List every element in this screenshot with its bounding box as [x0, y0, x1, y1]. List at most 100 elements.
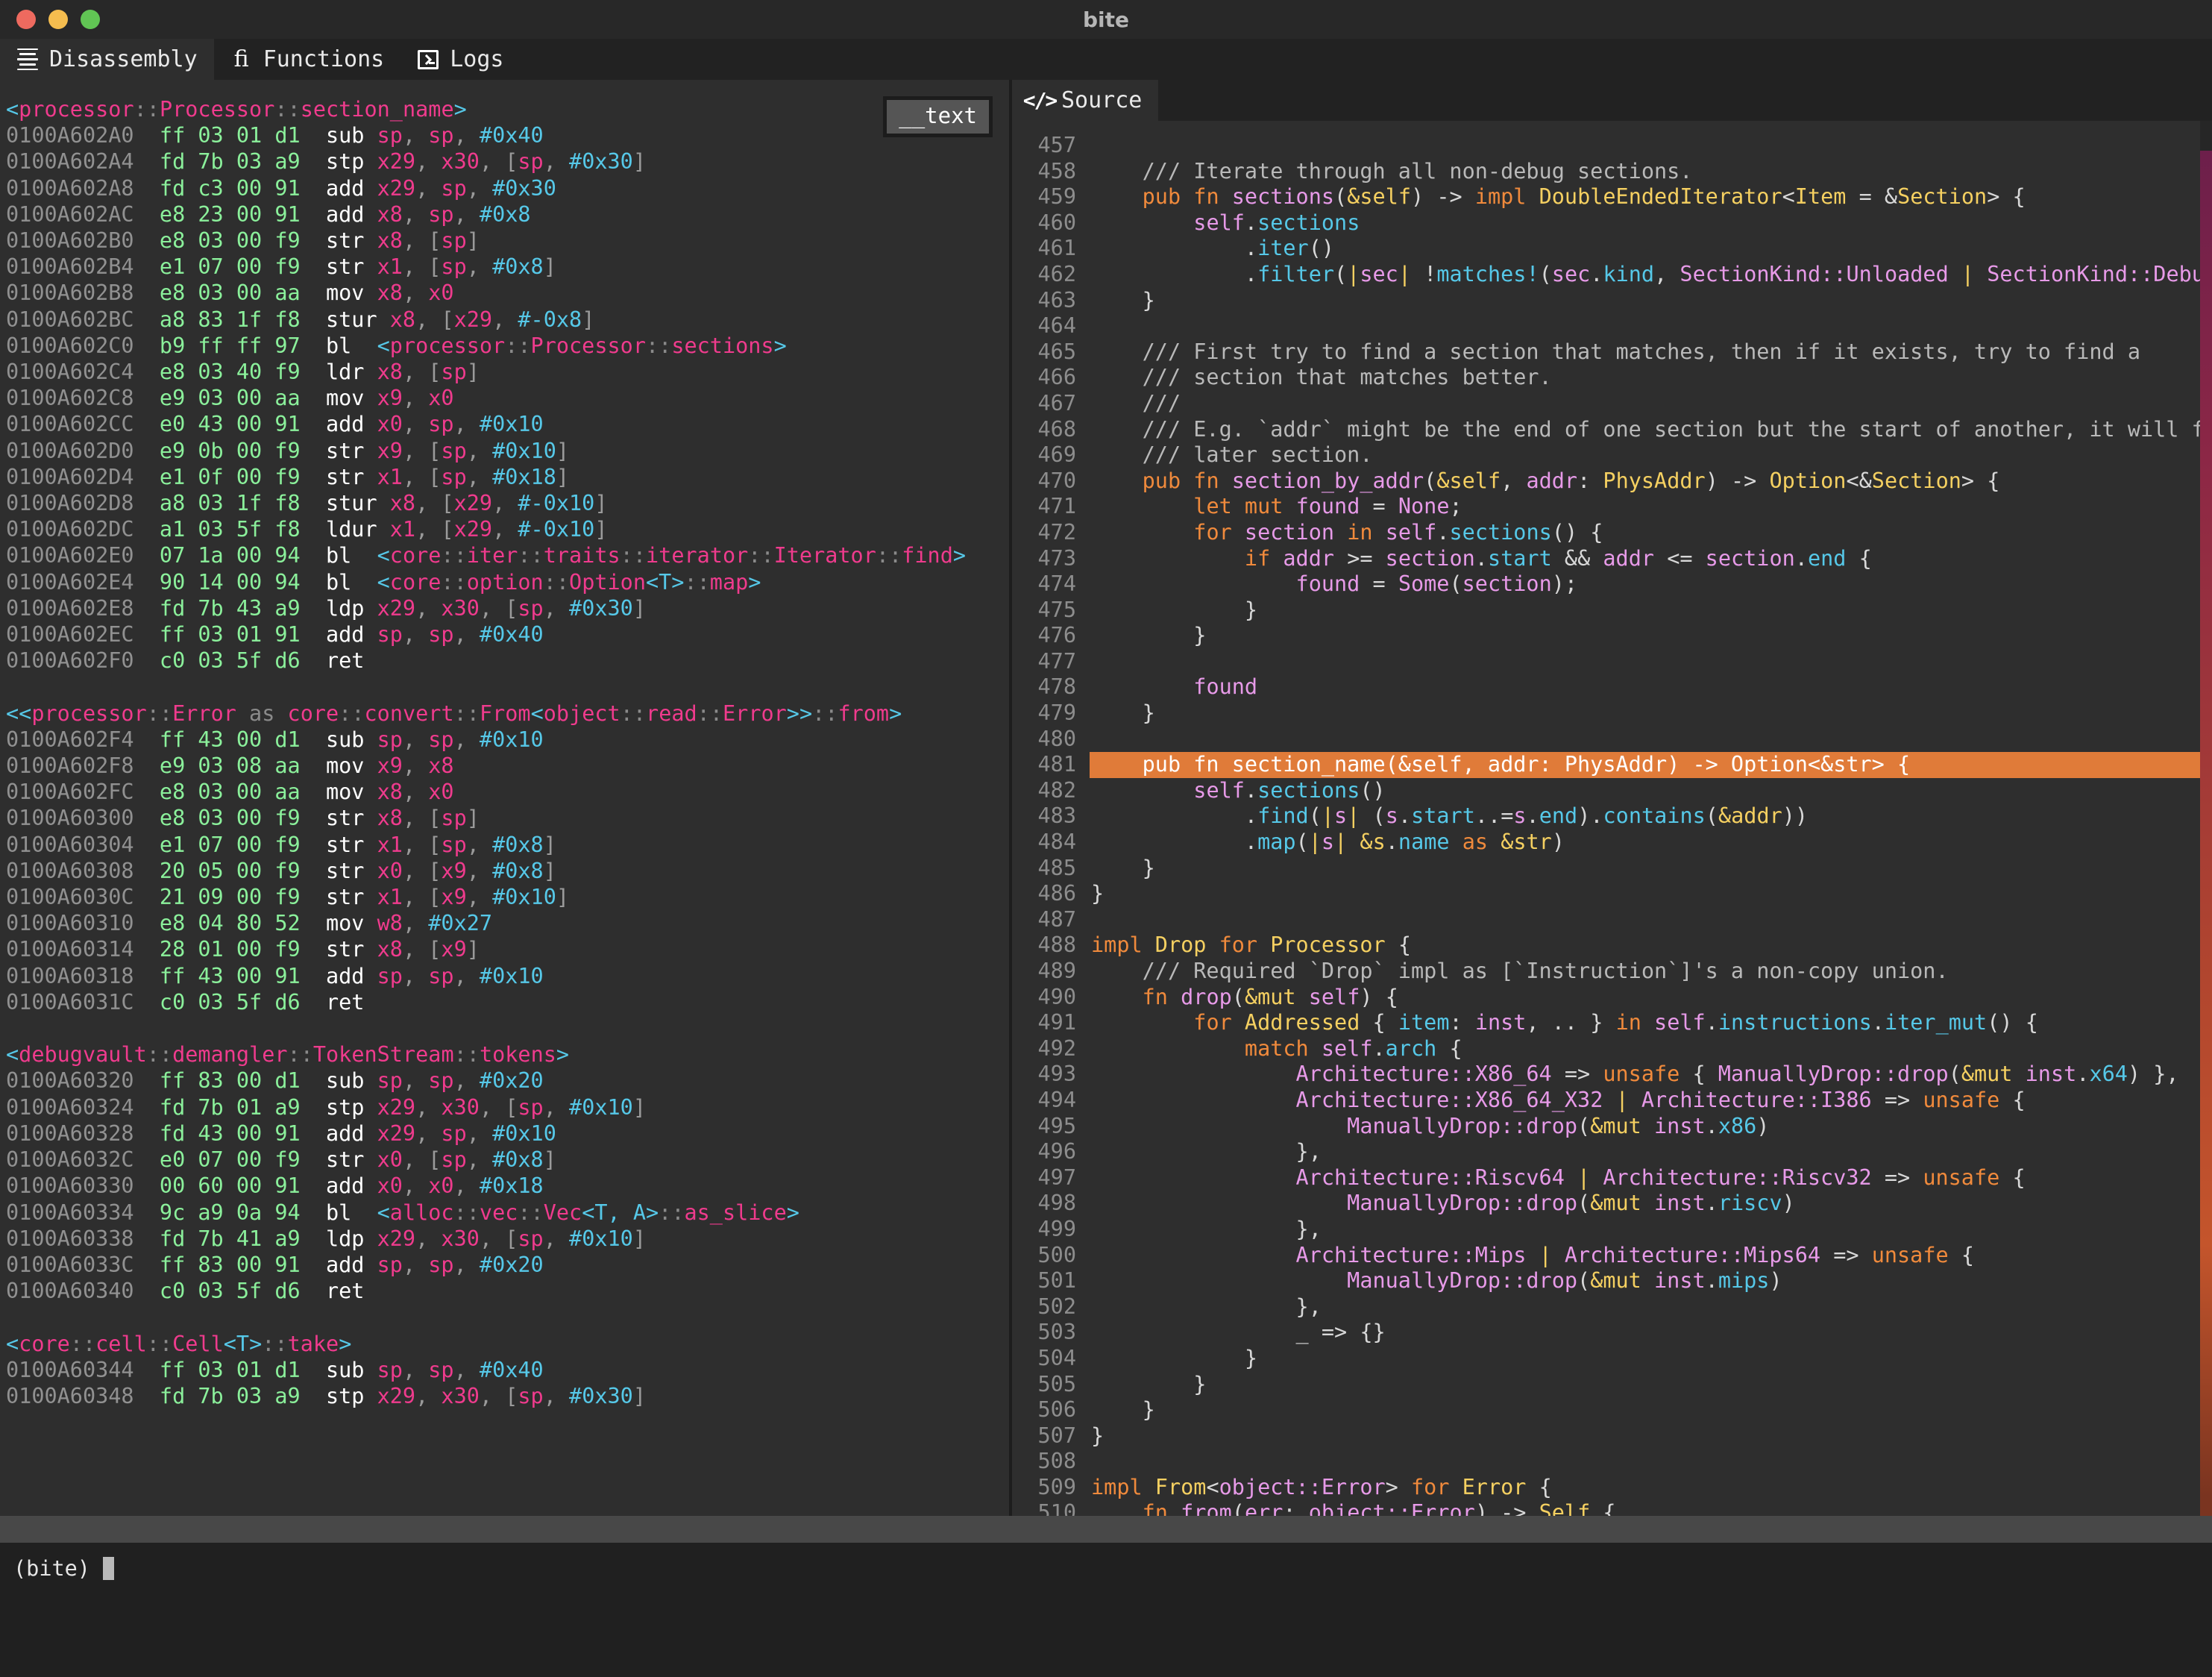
source-scrollbar-thumb[interactable] [2200, 151, 2212, 1516]
tab-source[interactable]: </> Source [1012, 80, 1158, 121]
source-line-row[interactable]: 495 ManuallyDrop::drop(&mut inst.x86) [1012, 1114, 2212, 1140]
source-line-row[interactable]: 510 fn from(err: object::Error) -> Self … [1012, 1500, 2212, 1516]
source-line-row[interactable]: 485 } [1012, 856, 2212, 882]
source-line-row[interactable]: 469 /// later section. [1012, 442, 2212, 468]
source-line-row[interactable]: 487 [1012, 907, 2212, 933]
source-line-row[interactable]: 508 [1012, 1449, 2212, 1475]
source-line-number: 498 [1012, 1191, 1090, 1217]
source-line-code: } [1090, 598, 2212, 624]
source-line-row[interactable]: 464 [1012, 313, 2212, 339]
source-line-row[interactable]: 471 let mut found = None; [1012, 494, 2212, 520]
disassembly-instruction-row: 0100A602DC a1 03 5f f8 ldur x1, [x29, #-… [6, 516, 1009, 542]
source-line-row[interactable]: 458 /// Iterate through all non-debug se… [1012, 159, 2212, 185]
source-line-row[interactable]: 484 .map(|s| &s.name as &str) [1012, 830, 2212, 856]
source-line-row[interactable]: 474 found = Some(section); [1012, 571, 2212, 598]
instruction-address: 0100A602B4 [6, 254, 160, 279]
source-line-row[interactable]: 489 /// Required `Drop` impl as [`Instru… [1012, 959, 2212, 985]
instruction-address: 0100A6032C [6, 1147, 160, 1172]
instruction-address: 0100A6031C [6, 990, 160, 1015]
source-line-row[interactable]: 463 } [1012, 288, 2212, 314]
minimize-button[interactable] [48, 10, 68, 29]
source-line-row[interactable]: 496 }, [1012, 1139, 2212, 1165]
source-line-row[interactable]: 470 pub fn section_by_addr(&self, addr: … [1012, 468, 2212, 495]
section-badge: __text [883, 96, 993, 137]
source-line-code [1090, 133, 2212, 159]
source-line-row[interactable]: 459 pub fn sections(&self) -> impl Doubl… [1012, 184, 2212, 210]
source-scroll-area[interactable]: 457 458 /// Iterate through all non-debu… [1012, 121, 2212, 1516]
instruction-bytes: a8 03 1f f8 [160, 491, 326, 515]
source-line-row[interactable]: 503 _ => {} [1012, 1320, 2212, 1346]
source-line-number: 507 [1012, 1423, 1090, 1449]
instruction-address: 0100A602D4 [6, 465, 160, 489]
disassembly-instruction-row: 0100A60328 fd 43 00 91 add x29, sp, #0x1… [6, 1120, 1009, 1147]
source-line-row[interactable]: 494 Architecture::X86_64_X32 | Architect… [1012, 1088, 2212, 1114]
source-line-row[interactable]: 488impl Drop for Processor { [1012, 932, 2212, 959]
source-line-number: 502 [1012, 1294, 1090, 1320]
source-line-row[interactable]: 465 /// First try to find a section that… [1012, 339, 2212, 366]
source-line-row[interactable]: 475 } [1012, 598, 2212, 624]
source-line-row[interactable]: 472 for section in self.sections() { [1012, 520, 2212, 546]
source-line-row[interactable]: 505 } [1012, 1372, 2212, 1398]
instruction-bytes: e1 0f 00 f9 [160, 465, 326, 489]
source-line-row[interactable]: 490 fn drop(&mut self) { [1012, 985, 2212, 1011]
source-line-row[interactable]: 486} [1012, 881, 2212, 907]
maximize-button[interactable] [81, 10, 100, 29]
source-line-row[interactable]: 480 [1012, 727, 2212, 753]
instruction-bytes: e0 43 00 91 [160, 412, 326, 436]
source-scrollbar-track[interactable] [2200, 121, 2212, 1516]
source-line-row[interactable]: 457 [1012, 133, 2212, 159]
instruction-mnemonic: add [326, 622, 377, 647]
instruction-address: 0100A602D8 [6, 491, 160, 515]
source-line-row[interactable]: 504 } [1012, 1346, 2212, 1372]
source-line-row[interactable]: 481 pub fn section_name(&self, addr: Phy… [1012, 752, 2212, 778]
source-line-row[interactable]: 501 ManuallyDrop::drop(&mut inst.mips) [1012, 1268, 2212, 1294]
instruction-address: 0100A602D0 [6, 439, 160, 463]
source-line-row[interactable]: 482 self.sections() [1012, 778, 2212, 804]
instruction-mnemonic: sub [326, 727, 377, 752]
source-line-row[interactable]: 497 Architecture::Riscv64 | Architecture… [1012, 1165, 2212, 1191]
tab-disassembly[interactable]: Disassembly [0, 39, 214, 80]
source-line-row[interactable]: 477 [1012, 649, 2212, 675]
instruction-bytes: fd 43 00 91 [160, 1121, 326, 1146]
disassembly-instruction-row: 0100A602EC ff 03 01 91 add sp, sp, #0x40 [6, 621, 1009, 648]
source-line-row[interactable]: 473 if addr >= section.start && addr <= … [1012, 546, 2212, 572]
tab-functions[interactable]: ﬁ Functions [214, 39, 401, 80]
console-caret [103, 1557, 114, 1580]
source-line-number: 504 [1012, 1346, 1090, 1372]
source-line-row[interactable]: 483 .find(|s| (s.start..=s.end).contains… [1012, 803, 2212, 830]
source-line-code: } [1090, 881, 2212, 907]
instruction-mnemonic: str [326, 254, 377, 279]
instruction-mnemonic: ldp [326, 1226, 377, 1251]
disassembly-listing[interactable]: <processor::Processor::section_name>0100… [0, 80, 1009, 1516]
source-line-row[interactable]: 462 .filter(|sec| !matches!(sec.kind, Se… [1012, 262, 2212, 288]
source-line-row[interactable]: 509impl From<object::Error> for Error { [1012, 1475, 2212, 1501]
source-line-row[interactable]: 491 for Addressed { item: inst, .. } in … [1012, 1010, 2212, 1036]
source-line-row[interactable]: 461 .iter() [1012, 236, 2212, 262]
instruction-address: 0100A60300 [6, 806, 160, 830]
source-line-row[interactable]: 493 Architecture::X86_64 => unsafe { Man… [1012, 1062, 2212, 1088]
close-button[interactable] [16, 10, 36, 29]
list-icon [16, 48, 39, 71]
source-line-row[interactable]: 467 /// [1012, 391, 2212, 417]
source-line-row[interactable]: 466 /// section that matches better. [1012, 365, 2212, 391]
source-line-row[interactable]: 478 found [1012, 674, 2212, 700]
console-panel[interactable]: (bite) [0, 1543, 2212, 1677]
instruction-address: 0100A60330 [6, 1173, 160, 1198]
source-line-code: /// section that matches better. [1090, 365, 2212, 391]
source-line-row[interactable]: 479 } [1012, 700, 2212, 727]
source-line-row[interactable]: 492 match self.arch { [1012, 1036, 2212, 1062]
instruction-bytes: e8 03 40 f9 [160, 360, 326, 384]
source-line-row[interactable]: 500 Architecture::Mips | Architecture::M… [1012, 1243, 2212, 1269]
source-line-row[interactable]: 499 }, [1012, 1217, 2212, 1243]
instruction-address: 0100A60328 [6, 1121, 160, 1146]
source-line-row[interactable]: 468 /// E.g. `addr` might be the end of … [1012, 417, 2212, 443]
source-line-row[interactable]: 506 } [1012, 1397, 2212, 1423]
instruction-bytes: e8 03 00 aa [160, 780, 326, 804]
source-line-row[interactable]: 502 }, [1012, 1294, 2212, 1320]
tab-logs[interactable]: Logs [400, 39, 520, 80]
source-line-row[interactable]: 507} [1012, 1423, 2212, 1449]
source-line-row[interactable]: 460 self.sections [1012, 210, 2212, 236]
source-line-row[interactable]: 476 } [1012, 623, 2212, 649]
source-line-row[interactable]: 498 ManuallyDrop::drop(&mut inst.riscv) [1012, 1191, 2212, 1217]
source-line-code: }, [1090, 1217, 2212, 1243]
